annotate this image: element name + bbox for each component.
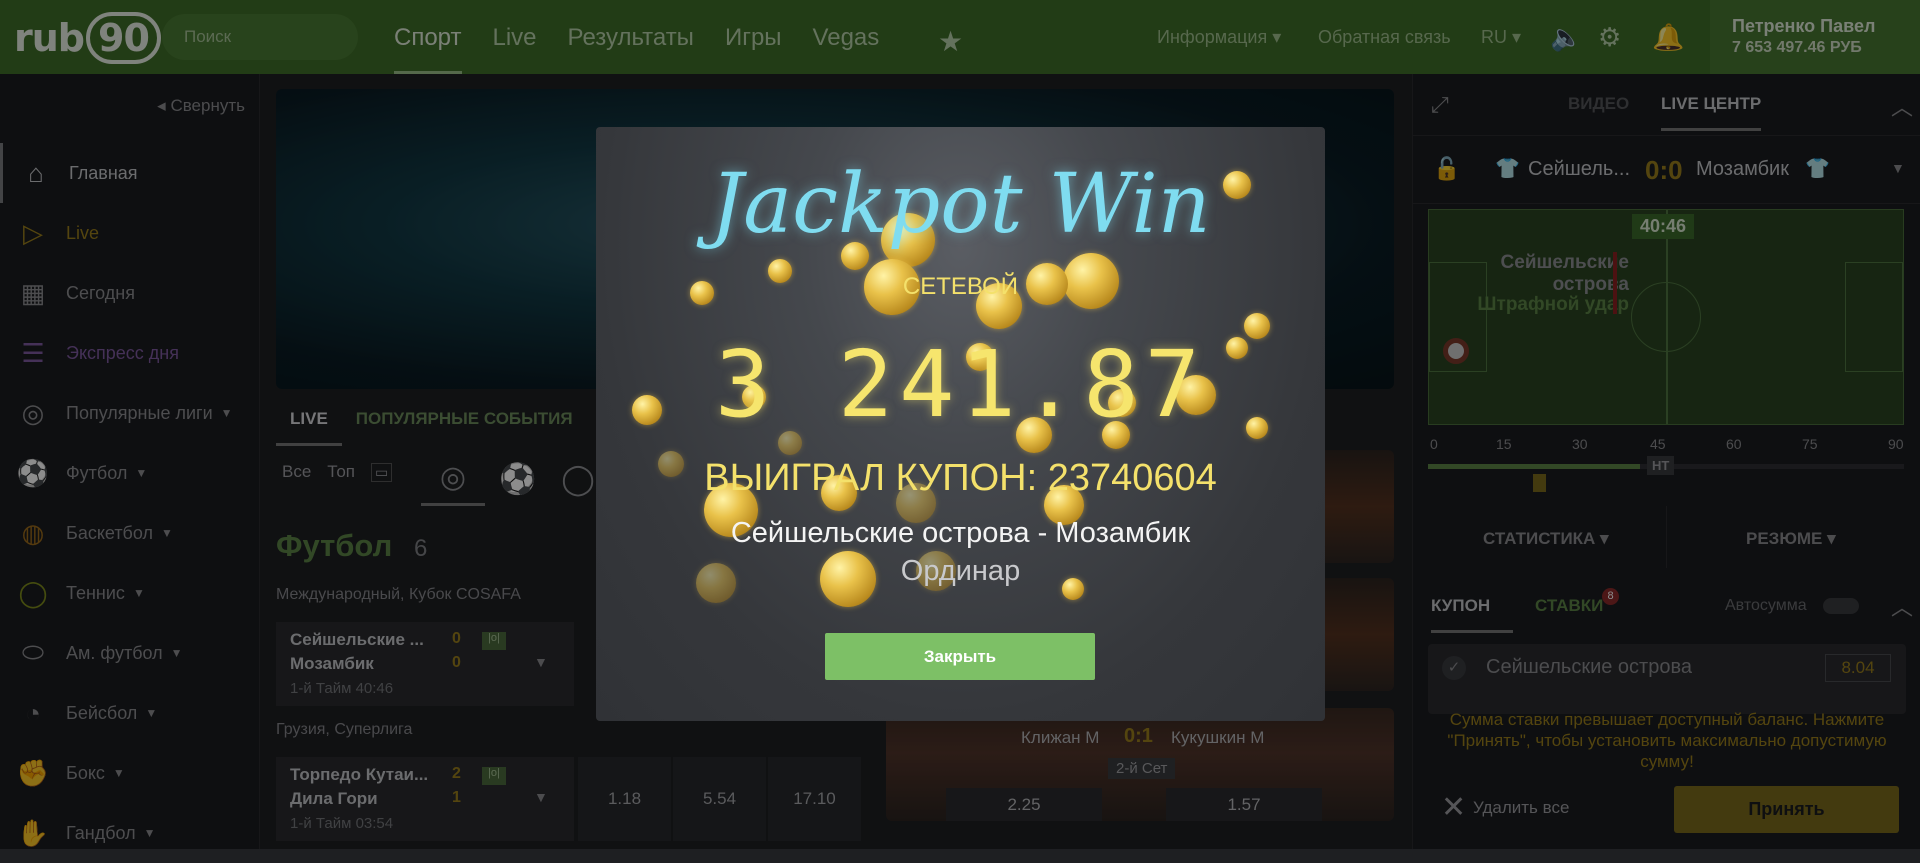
- jackpot-subtitle: СЕТЕВОЙ: [902, 273, 1019, 300]
- bet-type: Ординар: [900, 555, 1021, 587]
- jackpot-modal: Jackpot Win СЕТЕВОЙ 3 241.87 ВЫИГРАЛ КУП…: [596, 127, 1325, 721]
- jackpot-title: Jackpot Win: [710, 157, 1211, 252]
- jackpot-match: Сейшельские острова - Мозамбик: [730, 517, 1191, 549]
- winning-coupon: ВЫИГРАЛ КУПОН: 23740604: [704, 457, 1217, 499]
- close-button[interactable]: Закрыть: [825, 633, 1095, 680]
- jackpot-amount: 3 241.87: [714, 331, 1207, 438]
